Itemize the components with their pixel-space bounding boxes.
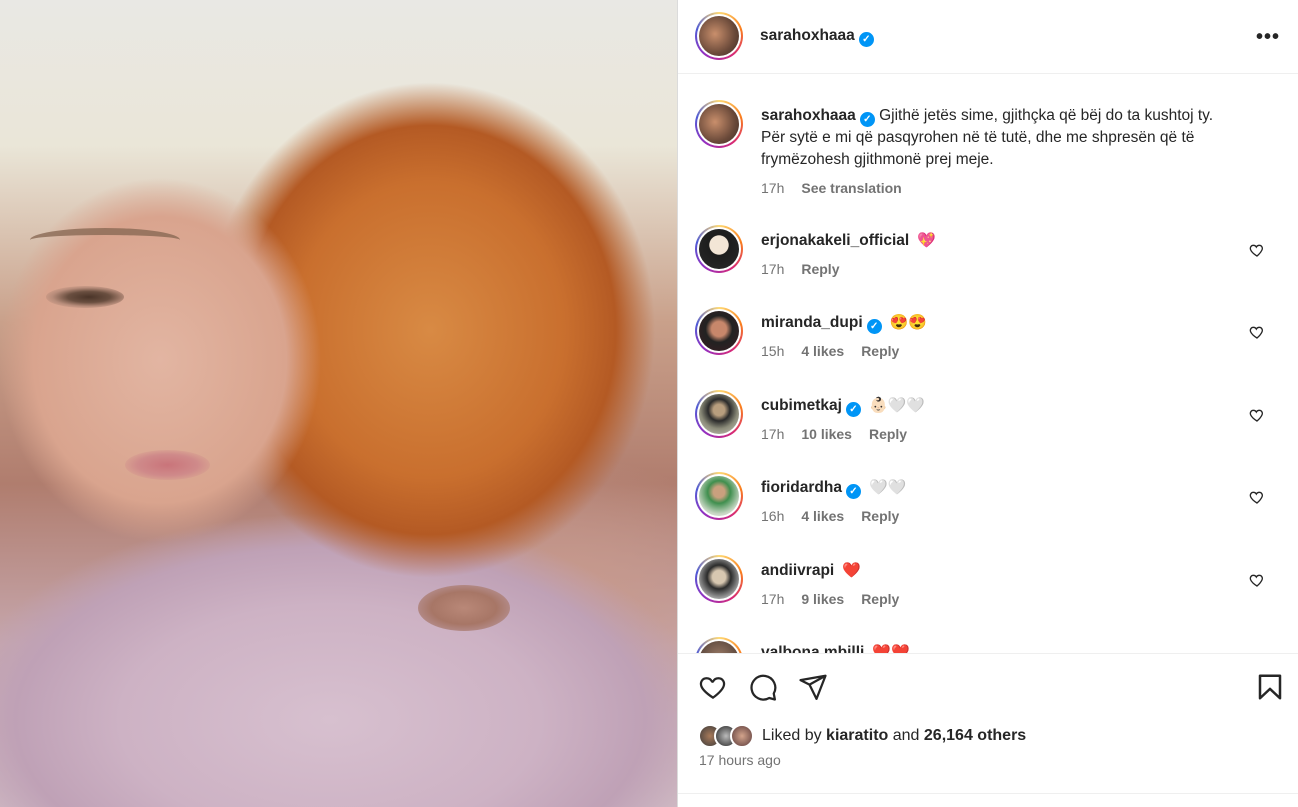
comment-time[interactable]: 17h [761, 426, 784, 442]
liked-by-and: and [892, 727, 920, 744]
reply-button[interactable]: Reply [861, 508, 899, 524]
caption-time[interactable]: 17h [761, 180, 784, 196]
comment-item: erjonakakeli_official 💖 17h Reply [695, 225, 1285, 295]
comment-time[interactable]: 17h [761, 261, 784, 277]
post-time-ago[interactable]: 17 hours ago [699, 752, 781, 768]
verified-badge-icon: ✓ [866, 319, 882, 334]
reply-button[interactable]: Reply [861, 343, 899, 359]
verified-badge-icon: ✓ [845, 484, 861, 499]
verified-badge-icon: ✓ [859, 112, 875, 127]
liked-by-prefix: Liked by [762, 727, 822, 744]
author-avatar[interactable] [695, 100, 743, 148]
save-icon[interactable] [1255, 672, 1285, 702]
commenter-username[interactable]: andiivrapi [761, 562, 834, 579]
divider [678, 793, 1298, 807]
comments-scroll[interactable]: sarahoxhaaa ✓ Gjithë jetës sime, gjithçka… [678, 75, 1298, 653]
verified-badge-icon: ✓ [845, 402, 861, 417]
comment-item: cubimetkaj ✓ 👶🏻🤍🤍 17h 10 likes Reply [695, 390, 1285, 460]
comment-icon[interactable] [748, 672, 778, 702]
comment-likes[interactable]: 10 likes [801, 426, 852, 442]
commenter-avatar[interactable] [695, 555, 743, 603]
commenter-avatar[interactable] [695, 472, 743, 520]
comment-item: valbona.mbilli ❤️❤️ [695, 637, 1285, 653]
more-options-icon[interactable]: ••• [1256, 26, 1280, 49]
comment-emoji: ❤️ [842, 562, 861, 579]
action-bar: Liked by kiaratito and 26,164 others 17 … [678, 653, 1298, 807]
liked-by-user[interactable]: kiaratito [826, 727, 888, 744]
author-avatar[interactable] [695, 12, 743, 60]
commenter-username[interactable]: miranda_dupi [761, 314, 863, 331]
comment-emoji: ❤️❤️ [872, 644, 910, 653]
comment-item: miranda_dupi ✓ 😍😍 15h 4 likes Reply [695, 307, 1285, 377]
photo-detail [46, 286, 124, 308]
verified-badge-icon: ✓ [858, 32, 874, 47]
commenter-username[interactable]: fioridardha [761, 479, 842, 496]
see-translation-button[interactable]: See translation [801, 180, 901, 196]
commenter-avatar[interactable] [695, 390, 743, 438]
heart-icon[interactable] [1249, 324, 1265, 340]
commenter-username[interactable]: valbona.mbilli [761, 644, 864, 653]
comment-likes[interactable]: 9 likes [801, 591, 844, 607]
caption-username[interactable]: sarahoxhaaa [761, 107, 856, 124]
post-header: sarahoxhaaa ✓ ••• [678, 0, 1298, 74]
post-panel: sarahoxhaaa ✓ ••• sarahoxhaaa ✓ Gjithë jet… [677, 0, 1298, 807]
heart-icon[interactable] [1249, 572, 1265, 588]
heart-icon[interactable] [1249, 242, 1265, 258]
photo-detail [125, 450, 210, 480]
photo-detail [418, 585, 510, 631]
commenter-username[interactable]: erjonakakeli_official [761, 232, 909, 249]
comment-likes[interactable]: 4 likes [801, 508, 844, 524]
comment-emoji: 💖 [917, 232, 936, 249]
commenter-avatar[interactable] [695, 225, 743, 273]
comment-likes[interactable]: 4 likes [801, 343, 844, 359]
reply-button[interactable]: Reply [861, 591, 899, 607]
reply-button[interactable]: Reply [801, 261, 839, 277]
comment-item: andiivrapi ❤️ 17h 9 likes Reply [695, 555, 1285, 625]
comment-emoji: 👶🏻🤍🤍 [868, 397, 926, 414]
heart-icon[interactable] [1249, 489, 1265, 505]
heart-icon[interactable] [1249, 407, 1265, 423]
heart-icon[interactable] [698, 672, 728, 702]
post-photo[interactable] [0, 0, 677, 807]
avatar[interactable] [730, 724, 754, 748]
commenter-username[interactable]: cubimetkaj [761, 397, 842, 414]
comment-time[interactable]: 16h [761, 508, 784, 524]
reply-button[interactable]: Reply [869, 426, 907, 442]
share-icon[interactable] [798, 672, 828, 702]
commenter-avatar[interactable] [695, 637, 743, 653]
author-username[interactable]: sarahoxhaaa ✓ [760, 27, 874, 47]
likes-summary: Liked by kiaratito and 26,164 others [698, 724, 1026, 748]
liked-by-others[interactable]: 26,164 others [924, 727, 1026, 744]
comment-emoji: 😍😍 [889, 314, 927, 331]
comment-time[interactable]: 15h [761, 343, 784, 359]
caption-entry: sarahoxhaaa ✓ Gjithë jetës sime, gjithçka… [695, 100, 1285, 210]
commenter-avatar[interactable] [695, 307, 743, 355]
comment-emoji: 🤍🤍 [868, 479, 907, 496]
comment-time[interactable]: 17h [761, 591, 784, 607]
comment-item: fioridardha ✓ 🤍🤍 16h 4 likes Reply [695, 472, 1285, 542]
photo-detail [30, 228, 180, 252]
